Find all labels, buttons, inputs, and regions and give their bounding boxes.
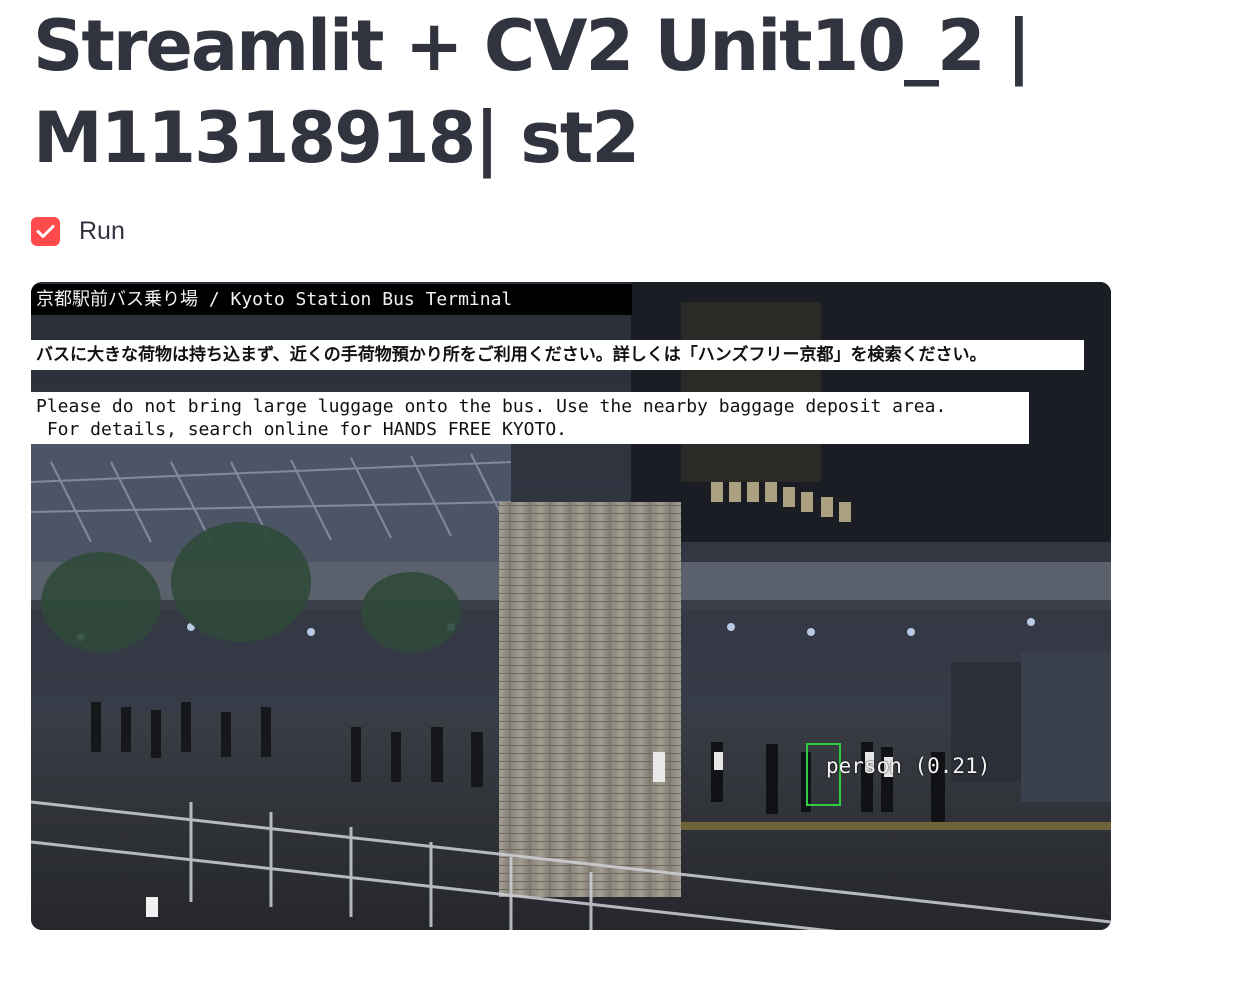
page-title-line1: Streamlit + CV2 Unit10_2 | [33,5,1032,87]
video-frame: 京都駅前バス乗り場 / Kyoto Station Bus Terminal バ… [31,282,1111,930]
page-title: Streamlit + CV2 Unit10_2 | M11318918| st2 [33,0,1083,184]
notice-english: Please do not bring large luggage onto t… [31,392,1029,444]
streamlit-page: Streamlit + CV2 Unit10_2 | M11318918| st2… [0,0,1252,988]
run-checkbox-label: Run [79,216,125,245]
camera-scene-image [31,282,1111,930]
checkbox-checked-icon[interactable] [31,216,60,246]
notice-japanese: バスに大きな荷物は持ち込まず、近くの手荷物預かり所をご利用ください。詳しくは「ハ… [31,340,1084,370]
detection-label: person (0.21) [826,754,991,778]
page-title-line2: M11318918| st2 [33,97,640,179]
video-caption: 京都駅前バス乗り場 / Kyoto Station Bus Terminal [31,284,632,315]
notice-english-line1: Please do not bring large luggage onto t… [36,396,947,417]
notice-english-line2: For details, search online for HANDS FRE… [36,419,568,440]
run-checkbox[interactable]: Run [31,213,125,249]
